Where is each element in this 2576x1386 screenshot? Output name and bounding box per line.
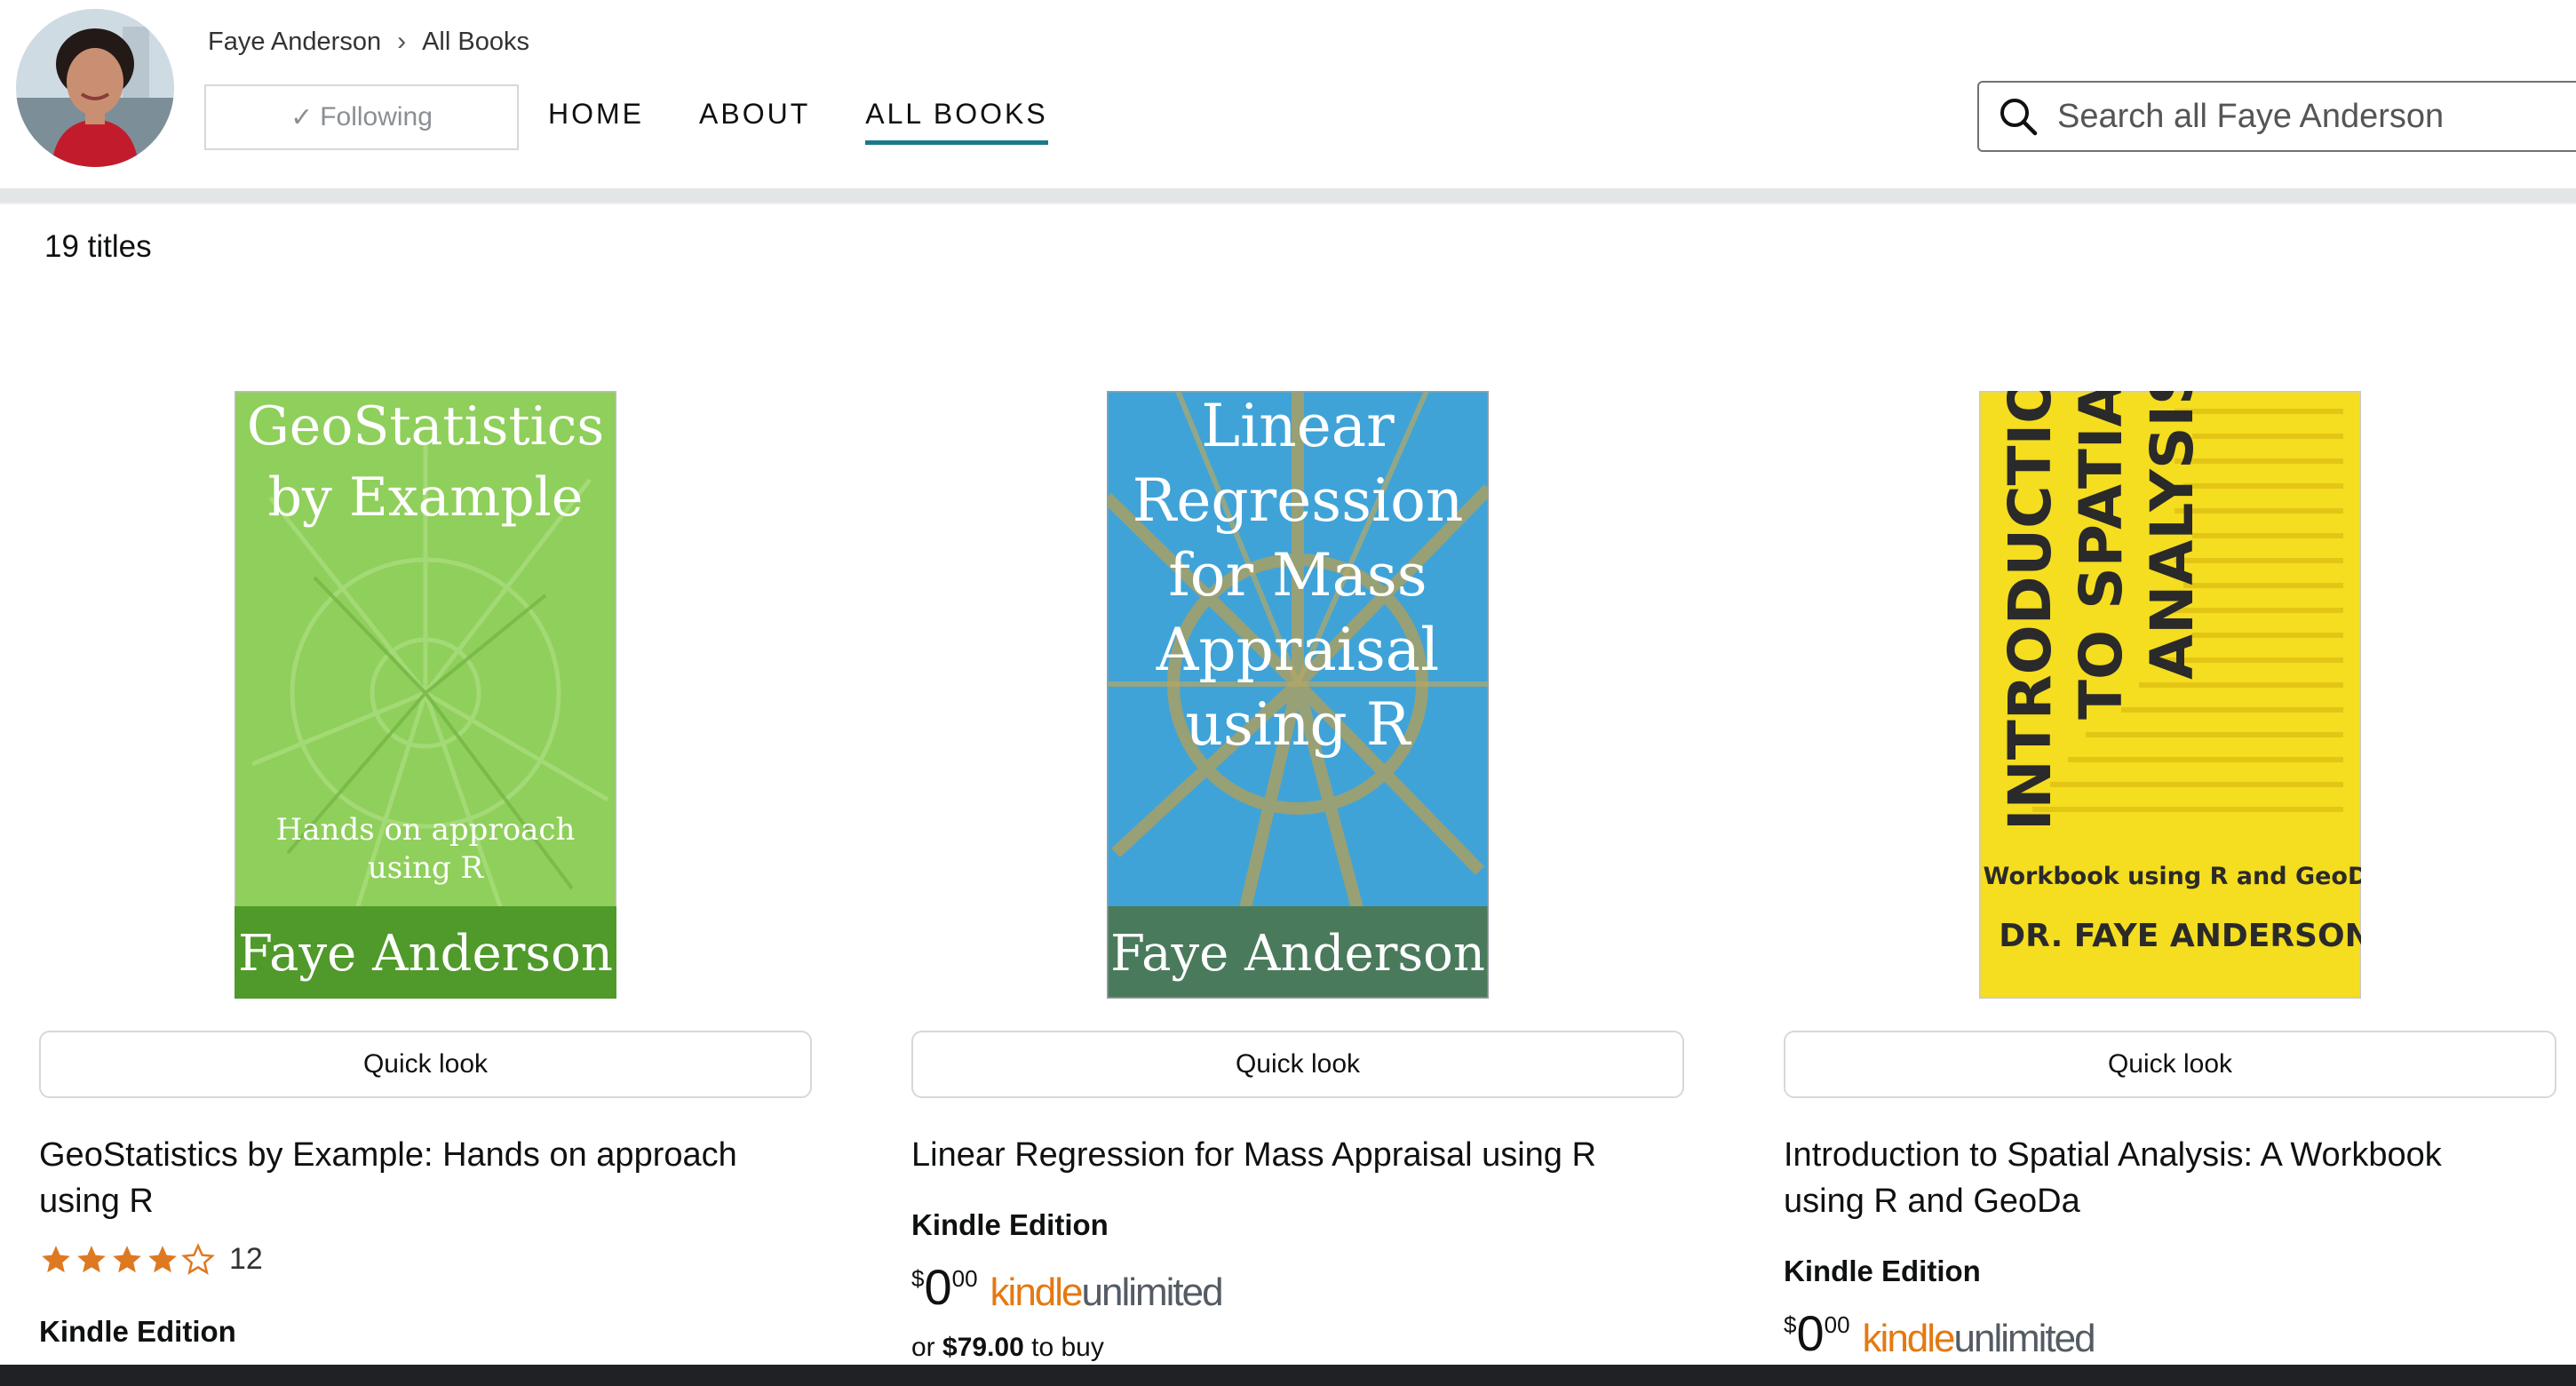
cover-title-line: for Mass (1168, 541, 1427, 609)
cover-title-line: ANALYSIS (2138, 391, 2206, 680)
price[interactable]: $ 0 00 kindleunlimited (911, 1259, 1224, 1315)
author-nav: HOME ABOUT ALL BOOKS (548, 98, 1103, 145)
star-rating (39, 1242, 215, 1277)
breadcrumb: Faye Anderson › All Books (208, 27, 529, 57)
book-title-line: GeoStatistics by Example: Hands on appro… (39, 1136, 737, 1174)
book-format[interactable]: Kindle Edition (39, 1315, 236, 1349)
search-box (1977, 81, 2576, 152)
buy-suffix: to buy (1031, 1333, 1104, 1362)
author-photo (16, 9, 174, 167)
nav-home[interactable]: HOME (548, 98, 644, 145)
author-header: Faye Anderson › All Books ✓ Following HO… (0, 0, 2576, 188)
book-cover[interactable]: Linear Regression for Mass Appraisal usi… (1107, 391, 1489, 999)
price-whole: 0 (1796, 1305, 1825, 1361)
cover-title-line: GeoStatistics (247, 395, 604, 458)
book-cover[interactable]: INTRODUCTION TO SPATIAL ANALYSIS A Workb… (1979, 391, 2361, 999)
price[interactable]: $ 0 00 kindleunlimited (1784, 1305, 2096, 1361)
following-button[interactable]: ✓ Following (204, 84, 519, 150)
nav-all-books[interactable]: ALL BOOKS (865, 98, 1049, 145)
chevron-right-icon: › (397, 27, 407, 56)
breadcrumb-author[interactable]: Faye Anderson (208, 28, 381, 57)
cover-author: Faye Anderson (238, 925, 613, 983)
star-full-icon (148, 1245, 177, 1272)
star-full-icon (77, 1245, 106, 1272)
cover-author: DR. FAYE ANDERSON (1999, 918, 2361, 954)
header-divider (0, 188, 2576, 203)
cover-title-line: by Example (268, 466, 584, 529)
book-title-line: Linear Regression for Mass Appraisal usi… (911, 1136, 1596, 1174)
price-fraction: 00 (951, 1265, 978, 1292)
kindle-unlimited-logo: kindleunlimited (1862, 1317, 2096, 1361)
cover-subtitle: A Workbook using R and GeoDa (1979, 863, 2361, 890)
book-cover[interactable]: GeoStatistics by Example Hands on approa… (235, 391, 616, 999)
bottom-bar (0, 1365, 2576, 1386)
buy-price: $79.00 (942, 1333, 1024, 1362)
book-title-link[interactable]: Linear Regression for Mass Appraisal usi… (911, 1132, 1684, 1178)
ku-unlimited-text: unlimited (1081, 1270, 1224, 1314)
price-whole: 0 (924, 1259, 952, 1315)
checkmark-icon: ✓ (290, 102, 314, 132)
book-title-link[interactable]: Introduction to Spatial Analysis: A Work… (1784, 1132, 2556, 1224)
cover-title-line: Regression (1133, 466, 1464, 535)
book-title-line: using R (39, 1183, 154, 1220)
cover-title-line: Linear (1201, 392, 1395, 460)
kindle-unlimited-logo: kindleunlimited (990, 1270, 1224, 1315)
cover-subtitle-line: Hands on approach (276, 812, 576, 848)
ku-kindle-text: kindle (1862, 1317, 1956, 1360)
nav-about[interactable]: ABOUT (699, 98, 810, 145)
ku-unlimited-text: unlimited (1953, 1317, 2096, 1360)
rating[interactable]: 12 (39, 1242, 263, 1277)
price-symbol: $ (1784, 1311, 1797, 1338)
book-title-line: using R and GeoDa (1784, 1183, 2080, 1220)
titles-count: 19 titles (44, 229, 152, 264)
author-avatar[interactable] (16, 9, 174, 167)
book-cover-image: Linear Regression for Mass Appraisal usi… (1107, 391, 1489, 999)
book-format[interactable]: Kindle Edition (911, 1208, 1109, 1242)
quick-look-button[interactable]: Quick look (911, 1031, 1684, 1098)
quick-look-button[interactable]: Quick look (1784, 1031, 2556, 1098)
buy-prefix: or (911, 1333, 935, 1362)
book-cover-image: GeoStatistics by Example Hands on approa… (235, 391, 616, 999)
search-icon[interactable] (1997, 95, 2039, 138)
price-symbol: $ (911, 1265, 925, 1292)
star-full-icon (113, 1245, 141, 1272)
book-cover-image: INTRODUCTION TO SPATIAL ANALYSIS A Workb… (1979, 391, 2361, 999)
cover-title-line: using R (1186, 690, 1412, 759)
header-divider-line (0, 203, 2576, 204)
cover-title-line: TO SPATIAL (2067, 391, 2135, 720)
search-input[interactable] (2055, 96, 2556, 137)
breadcrumb-all-books[interactable]: All Books (422, 28, 529, 57)
cover-title-line: Appraisal (1156, 616, 1440, 684)
rating-count: 12 (229, 1242, 263, 1276)
cover-title-line: INTRODUCTION (1996, 391, 2064, 831)
book-title-link[interactable]: GeoStatistics by Example: Hands on appro… (39, 1132, 812, 1224)
star-full-icon (42, 1245, 70, 1272)
cover-subtitle-line: using R (368, 850, 485, 886)
quick-look-button[interactable]: Quick look (39, 1031, 812, 1098)
book-title-line: Introduction to Spatial Analysis: A Work… (1784, 1136, 2442, 1174)
star-empty-icon (181, 1242, 215, 1275)
price-fraction: 00 (1824, 1311, 1850, 1338)
following-label: Following (320, 102, 433, 131)
cover-author: Faye Anderson (1110, 925, 1485, 983)
buy-price-line[interactable]: or $79.00 to buy (911, 1333, 1104, 1363)
book-format[interactable]: Kindle Edition (1784, 1255, 1981, 1288)
ku-kindle-text: kindle (990, 1270, 1084, 1314)
